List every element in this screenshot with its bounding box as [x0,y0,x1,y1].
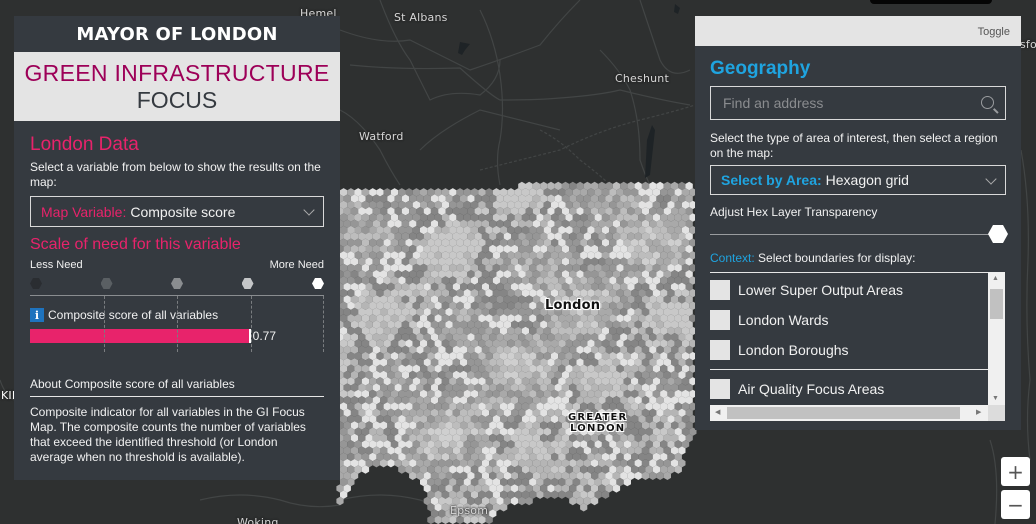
mayor-of-london-logo: MAYOR OF LONDON [76,23,278,45]
boundary-item-wards[interactable]: London Wards [710,305,988,335]
scroll-up-arrow-icon[interactable]: ▲ [992,275,999,282]
scale-title: Scale of need for this variable [30,236,241,253]
app-title-line2: FOCUS [136,87,218,113]
scale-more-need-label: More Need [269,259,324,271]
scroll-right-arrow-icon[interactable]: ▶ [976,408,981,416]
hex-transparency-slider[interactable] [710,225,1008,243]
boundary-label: London Boroughs [738,342,849,358]
info-icon[interactable]: i [30,308,44,322]
map-variable-label: Map Variable: [41,203,127,220]
indicator-scale: i Composite score of all variables 0.77 [30,295,324,352]
scale-tick [250,296,252,352]
region-label-line2: LONDON [570,423,626,434]
address-search-input[interactable] [711,87,1005,119]
need-level-hex-icon [241,278,254,289]
london-data-panel: MAYOR OF LONDON GREEN INFRASTRUCTURE FOC… [14,16,340,480]
about-text: Composite indicator for all variables in… [30,405,306,464]
top-device-bar [870,0,992,4]
horizontal-scrollbar[interactable]: ◀ ▶ [710,405,988,421]
region-label-line1: GREATER [568,412,628,423]
place-label-edge-right: sfor [1020,38,1036,51]
slider-track[interactable] [710,234,1006,235]
place-label-london: London [545,298,601,313]
indicator-value: 0.77 [252,329,277,343]
context-key: Context: [710,251,755,265]
need-level-hex-icon [30,278,42,289]
need-scale-legend [30,275,324,293]
address-search [710,86,1006,120]
slider-thumb[interactable] [988,225,1008,243]
geography-panel: Toggle Geography Select the type of area… [695,16,1021,430]
boundary-label: Lower Super Output Areas [738,282,903,298]
boundary-item-air-quality[interactable]: Air Quality Focus Areas [710,374,988,404]
hexagon-grid-layer[interactable] [336,181,697,524]
scrollbar-thumb[interactable] [727,407,960,419]
vertical-scrollbar[interactable]: ▲ ▼ [988,272,1005,405]
transparency-label: Adjust Hex Layer Transparency [710,205,878,219]
need-level-hex-icon [171,278,183,289]
toggle-panel-button[interactable]: Toggle [695,16,1021,46]
indicator-bar-fill [30,329,249,343]
area-instructions: Select the type of area of interest, the… [710,131,998,160]
checkbox[interactable] [710,280,730,300]
section-title-geography: Geography [710,58,811,79]
scale-tick [177,296,178,352]
place-label-watford: Watford [359,130,404,143]
need-level-hex-icon [100,278,113,289]
zoom-in-button[interactable]: + [1001,457,1030,486]
select-by-area-label: Select by Area: [721,172,822,188]
scale-less-need-label: Less Need [30,259,83,271]
indicator-label: Composite score of all variables [48,308,219,322]
map-variable-value: Composite score [130,203,236,220]
checkbox[interactable] [710,379,730,399]
scale-tick [323,296,324,352]
boundary-label: Air Quality Focus Areas [738,381,885,397]
select-by-area-dropdown[interactable]: Select by Area: Hexagon grid [710,165,1006,195]
search-icon[interactable] [981,96,994,109]
map-variable-select[interactable]: Map Variable: Composite score [30,196,324,227]
app-title: GREEN INFRASTRUCTURE FOCUS [14,52,340,121]
place-label-cheshunt: Cheshunt [615,72,669,85]
scale-tick [103,296,105,352]
region-label-greater-london: GREATER LONDON [568,412,627,434]
boundaries-list: Lower Super Output Areas London Wards Lo… [710,272,1005,421]
app-title-line1: GREEN INFRASTRUCTURE [24,60,330,86]
place-label-epsom: Epsom [450,504,489,517]
place-label-woking: Woking [237,516,279,524]
scrollbar-thumb[interactable] [990,289,1003,319]
zoom-out-button[interactable]: − [1001,490,1030,519]
section-title-london-data: London Data [30,134,139,155]
scroll-down-arrow-icon[interactable]: ▼ [992,395,999,402]
context-label: Context: Select boundaries for display: [710,251,1006,265]
place-label-st-albans: St Albans [394,11,448,24]
scroll-left-arrow-icon[interactable]: ◀ [715,408,720,416]
checkbox[interactable] [710,340,730,360]
context-text: Select boundaries for display: [758,251,916,265]
boundary-item-boroughs[interactable]: London Boroughs [710,335,988,365]
variable-instructions: Select a variable from below to show the… [30,160,321,189]
checkbox[interactable] [710,310,730,330]
boundary-item-lsoa[interactable]: Lower Super Output Areas [710,275,988,305]
select-by-area-value: Hexagon grid [825,172,909,188]
about-title: About Composite score of all variables [30,377,324,397]
boundary-label: London Wards [738,312,829,328]
chevron-down-icon [985,173,997,185]
need-level-hex-icon [312,278,324,289]
scrollbar-corner [988,405,1005,421]
chevron-down-icon [303,204,315,216]
